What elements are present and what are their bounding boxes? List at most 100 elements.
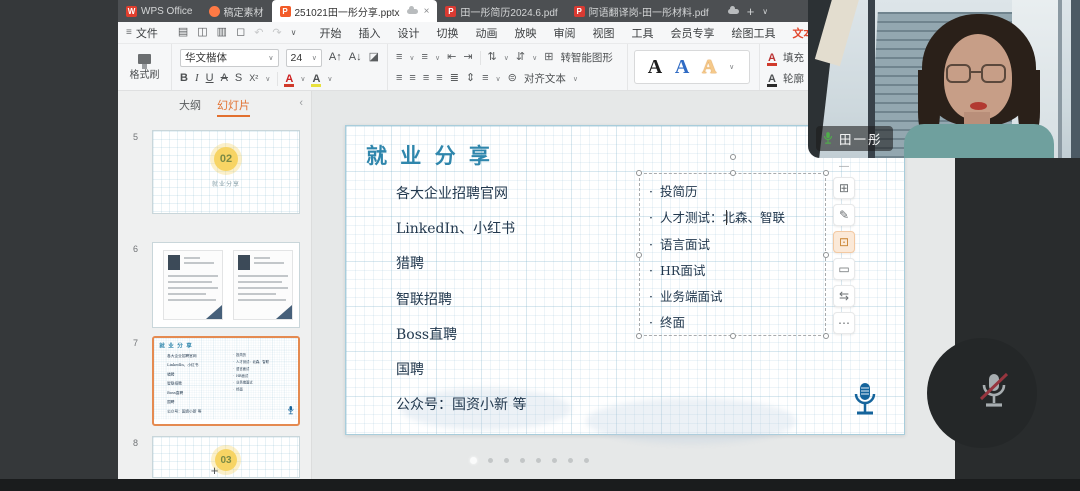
tab-slides[interactable]: 幻灯片 (217, 97, 250, 113)
distribute-icon[interactable]: ≣ (450, 73, 459, 84)
pagination-dot[interactable] (470, 457, 477, 464)
smart-graphic-icon[interactable]: ⊞ (544, 52, 553, 63)
add-slide-button[interactable]: + (211, 463, 219, 478)
font-color-caret-icon[interactable]: ∨ (300, 75, 305, 83)
text-fill-icon[interactable]: A (768, 52, 776, 64)
menu-drawing-tools[interactable]: 绘图工具 (731, 23, 777, 43)
list-item[interactable]: ·语言面试 (649, 234, 825, 260)
redo-icon[interactable]: ↷ (272, 26, 281, 39)
align-text-icon[interactable]: ⊜ (508, 73, 517, 84)
list-item[interactable]: 智联招聘 (396, 289, 526, 324)
save-icon[interactable]: ▤ (178, 27, 188, 38)
slide-title[interactable]: 就 业 分 享 (366, 140, 493, 170)
format-painter-button[interactable]: 格式刷 (118, 44, 172, 90)
selection-handle[interactable] (823, 252, 829, 258)
pagination-dot[interactable] (552, 458, 557, 463)
list-item[interactable]: Boss直聘 (396, 324, 526, 359)
menu-membership[interactable]: 会员专享 (670, 23, 716, 43)
wordart-gallery[interactable]: A A A ∨ (634, 50, 750, 84)
close-tab-icon[interactable]: × (424, 6, 430, 17)
menu-insert[interactable]: 插入 (358, 23, 382, 43)
webcam-video[interactable]: 田一彤 (808, 0, 1080, 158)
tab-wps-office[interactable]: W WPS Office (118, 0, 201, 22)
slide-right-list[interactable]: ·投简历 ·人才测试：北森、智联 ·语言面试 ·HR面试 ·业务端面试 ·终面 (640, 174, 825, 339)
tab-gaoding[interactable]: 稿定素材 (201, 0, 272, 22)
pagination-dot[interactable] (536, 458, 541, 463)
list-item[interactable]: 公众号：国资小新 等 (396, 394, 526, 429)
menu-slideshow[interactable]: 放映 (514, 23, 538, 43)
pen-icon[interactable]: ✎ (833, 204, 855, 226)
menu-animation[interactable]: 动画 (475, 23, 499, 43)
align-right-icon[interactable]: ≡ (423, 73, 429, 84)
menu-home[interactable]: 开始 (319, 23, 343, 43)
text-outline-icon[interactable]: A (768, 73, 776, 85)
collapse-panel-icon[interactable]: ‹ (299, 97, 303, 109)
text-outline-label[interactable]: 轮廓 (783, 71, 804, 86)
convert-shape-icon[interactable]: ⇆ (833, 285, 855, 307)
undo-icon[interactable]: ↶ (254, 26, 263, 39)
increase-indent-icon[interactable]: ⇥ (463, 52, 472, 63)
grow-font-button[interactable]: A↑ (329, 52, 342, 63)
list-item[interactable]: LinkedIn、小红书 (396, 218, 526, 253)
muted-mic-icon[interactable] (977, 372, 1011, 412)
selected-text-box[interactable]: ·投简历 ·人才测试：北森、智联 ·语言面试 ·HR面试 ·业务端面试 ·终面 (639, 173, 826, 336)
font-size-select[interactable]: 24∨ (286, 49, 322, 67)
selection-handle[interactable] (730, 333, 736, 339)
list-item[interactable]: ·人才测试：北森、智联 (649, 207, 825, 233)
new-tab-button[interactable]: + (747, 4, 755, 19)
slide-left-list[interactable]: 各大企业招聘官网 LinkedIn、小红书 猎聘 智联招聘 Boss直聘 国聘 … (396, 183, 526, 429)
slide-thumbnail-8[interactable]: 03 (152, 436, 300, 478)
list-item[interactable]: ·HR面试 (649, 260, 825, 286)
drag-handle-icon[interactable]: — (839, 161, 849, 172)
tab-resume-pdf[interactable]: P 田一彤简历2024.6.pdf (437, 0, 565, 22)
italic-button[interactable]: I (195, 73, 199, 84)
selection-handle[interactable] (636, 333, 642, 339)
menu-tools[interactable]: 工具 (631, 23, 655, 43)
file-menu-button[interactable]: ≡ 文件 (118, 25, 168, 41)
share-icon[interactable]: ◻ (236, 27, 245, 38)
menu-design[interactable]: 设计 (397, 23, 421, 43)
font-name-select[interactable]: 华文楷体∨ (180, 49, 279, 67)
slide-thumbnail-6[interactable] (152, 242, 300, 328)
list-item[interactable]: 猎聘 (396, 253, 526, 288)
smart-graphic-label[interactable]: 转智能图形 (560, 50, 613, 65)
list-item[interactable]: 国聘 (396, 359, 526, 394)
paragraph-spacing-icon[interactable]: ≡ (482, 73, 488, 84)
font-color-button[interactable]: A (285, 73, 293, 85)
selection-handle[interactable] (730, 170, 736, 176)
menu-view[interactable]: 视图 (592, 23, 616, 43)
selection-handle[interactable] (636, 170, 642, 176)
tab-list-caret-icon[interactable]: ∨ (762, 7, 768, 16)
text-orientation-icon[interactable]: ⇵ (516, 52, 525, 63)
align-text-label[interactable]: 对齐文本 (524, 71, 566, 86)
pagination-dot[interactable] (568, 458, 573, 463)
selection-handle[interactable] (636, 252, 642, 258)
spacing-caret-icon[interactable]: ∨ (496, 75, 501, 83)
selection-handle[interactable] (823, 333, 829, 339)
slide-editor[interactable]: 就 业 分 享 各大企业招聘官网 LinkedIn、小红书 猎聘 智联招聘 Bo… (345, 125, 905, 435)
decrease-indent-icon[interactable]: ⇤ (447, 52, 456, 63)
print-icon[interactable]: ▥ (217, 27, 227, 38)
list-item[interactable]: ·终面 (649, 312, 825, 338)
superscript-button[interactable]: X² (249, 74, 258, 83)
shadow-button[interactable]: S (235, 73, 242, 84)
wordart-preset-blue[interactable]: A (675, 57, 689, 77)
pagination-dot[interactable] (488, 458, 493, 463)
bold-button[interactable]: B (180, 73, 188, 84)
rotate-handle[interactable] (730, 154, 736, 160)
pagination-dot[interactable] (584, 458, 589, 463)
underline-button[interactable]: U (206, 73, 214, 84)
highlight-color-button[interactable]: A (312, 73, 320, 85)
pagination-dot[interactable] (520, 458, 525, 463)
list-item[interactable]: 各大企业招聘官网 (396, 183, 526, 218)
align-left-icon[interactable]: ≡ (396, 73, 402, 84)
slide-thumbnail-5[interactable]: 02 就业分享 (152, 130, 300, 214)
text-fill-label[interactable]: 填充 (783, 50, 804, 65)
script-caret-icon[interactable]: ∨ (265, 75, 270, 83)
justify-icon[interactable]: ≡ (436, 73, 442, 84)
tab-presentation-active[interactable]: P 251021田一彤分享.pptx × (272, 0, 438, 22)
monitor-icon[interactable]: ▭ (833, 258, 855, 280)
text-direction-icon[interactable]: ⇅ (488, 52, 497, 63)
menu-transitions[interactable]: 切换 (436, 23, 460, 43)
list-item[interactable]: ·业务端面试 (649, 286, 825, 312)
